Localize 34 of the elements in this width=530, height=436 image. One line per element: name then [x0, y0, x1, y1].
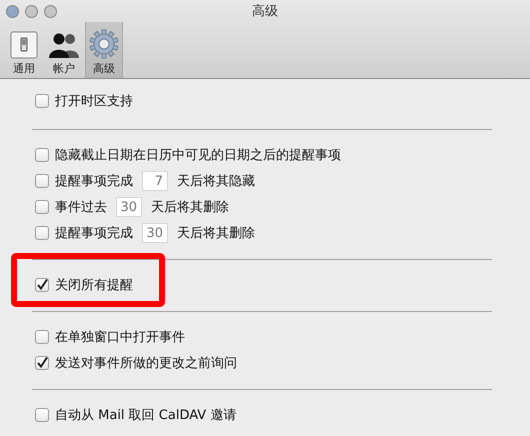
option-label: 提醒事项完成 — [55, 225, 133, 242]
checkbox[interactable] — [35, 226, 49, 240]
toolbar-tab[interactable]: 高级 — [85, 22, 123, 78]
option-label: 隐藏截止日期在日历中可见的日期之后的提醒事项 — [55, 147, 341, 164]
option-label: 关闭所有提醒 — [55, 277, 133, 294]
checkbox[interactable] — [35, 278, 49, 292]
option-label: 天后将其隐藏 — [177, 173, 255, 190]
days-field[interactable]: 7 — [142, 171, 168, 191]
checkbox[interactable] — [35, 94, 49, 108]
window-control-icon[interactable] — [44, 4, 57, 18]
toolbar-tab[interactable]: 帐户 — [45, 22, 83, 78]
checkbox[interactable] — [35, 174, 49, 188]
option-label: 天后将其删除 — [177, 225, 255, 242]
checkbox[interactable] — [35, 408, 49, 422]
option-label: 发送对事件所做的更改之前询问 — [55, 355, 237, 372]
switch-icon — [10, 31, 38, 59]
option-label: 自动从 Mail 取回 CalDAV 邀请 — [55, 407, 236, 424]
days-field[interactable]: 30 — [116, 197, 142, 217]
option-label: 在单独窗口中打开事件 — [55, 329, 185, 346]
days-field[interactable]: 30 — [142, 223, 168, 243]
checkbox[interactable] — [35, 330, 49, 344]
option-label: 天后将其删除 — [151, 199, 229, 216]
checkbox[interactable] — [35, 200, 49, 214]
option-label: 打开时区支持 — [55, 93, 133, 110]
gear-icon — [89, 29, 119, 59]
window-control-icon[interactable] — [25, 4, 38, 18]
option-label: 事件过去 — [55, 199, 107, 216]
checkbox[interactable] — [35, 356, 49, 370]
toolbar-tab[interactable]: 通用 — [5, 22, 43, 78]
window-control-icon[interactable] — [6, 4, 19, 18]
window-title: 高级 — [251, 3, 279, 20]
checkbox[interactable] — [35, 148, 49, 162]
option-label: 提醒事项完成 — [55, 173, 133, 190]
people-icon — [48, 31, 80, 59]
